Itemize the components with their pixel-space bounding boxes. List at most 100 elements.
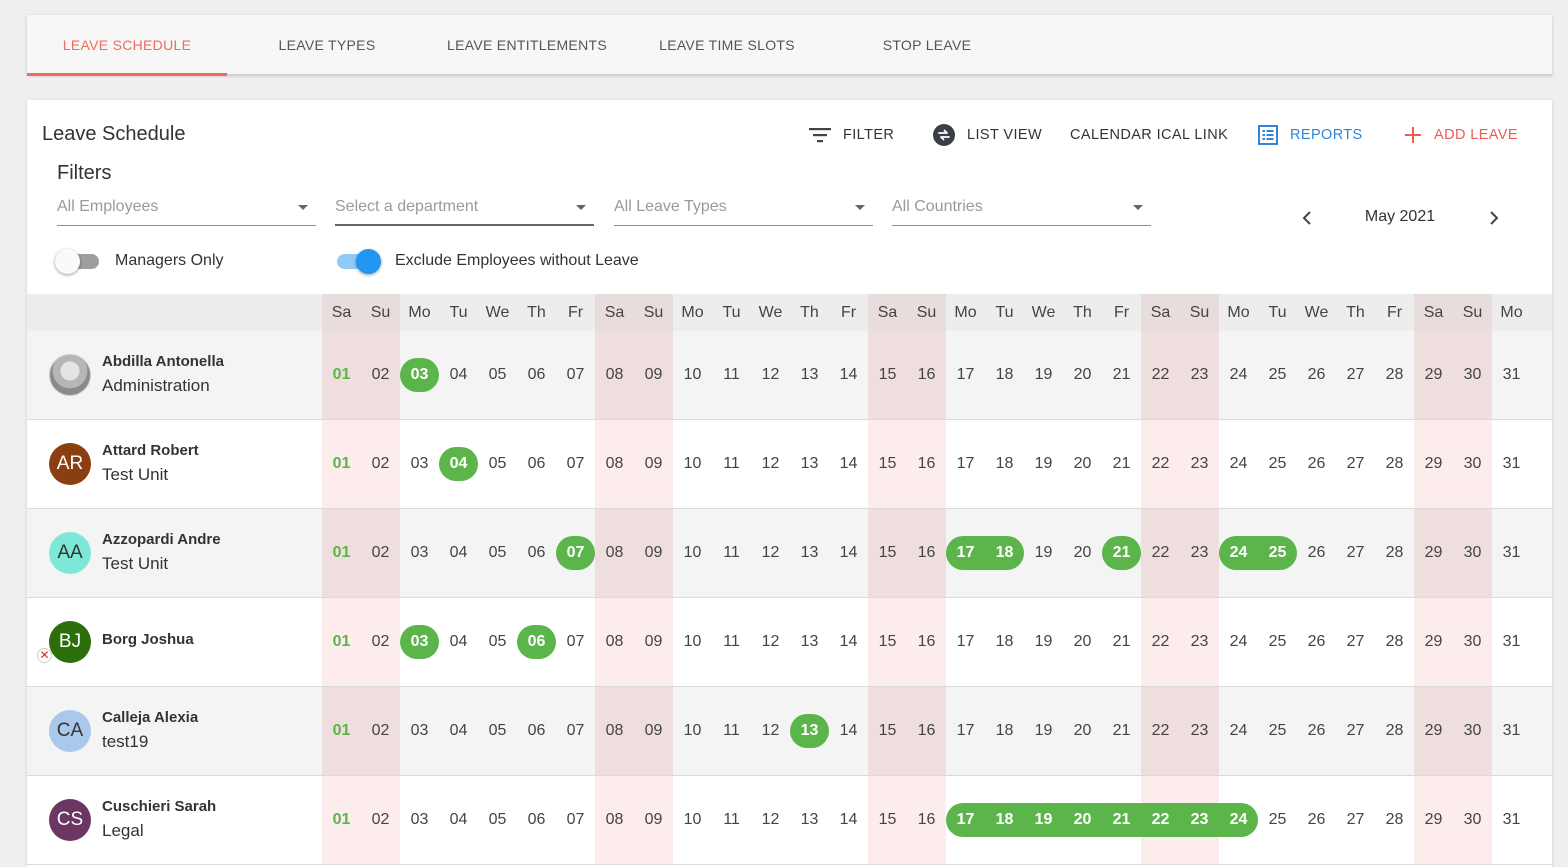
leave-day-number[interactable]: 21 bbox=[1102, 776, 1141, 864]
day-cell[interactable]: 10 bbox=[673, 687, 712, 775]
day-cell[interactable]: 28 bbox=[1375, 598, 1414, 686]
day-cell[interactable]: 29 bbox=[1414, 331, 1453, 419]
day-cell[interactable]: 08 bbox=[595, 598, 634, 686]
day-cell[interactable]: 10 bbox=[673, 509, 712, 597]
leave-day-number[interactable]: 21 bbox=[1102, 509, 1141, 597]
day-cell[interactable]: 26 bbox=[1297, 776, 1336, 864]
country-select[interactable]: All Countries bbox=[892, 194, 1151, 226]
day-cell[interactable]: 09 bbox=[634, 331, 673, 419]
day-cell[interactable]: 19 bbox=[1024, 598, 1063, 686]
leave-day-number[interactable]: 17 bbox=[946, 776, 985, 864]
day-cell[interactable]: 25 bbox=[1258, 776, 1297, 864]
day-cell[interactable]: 03 bbox=[400, 509, 439, 597]
tab-stop-leave[interactable]: STOP LEAVE bbox=[827, 15, 1027, 75]
employee-name[interactable]: Borg Joshua bbox=[102, 631, 194, 648]
day-cell[interactable]: 20 bbox=[1063, 687, 1102, 775]
leave-day-number[interactable]: 22 bbox=[1141, 776, 1180, 864]
day-cell[interactable]: 05 bbox=[478, 598, 517, 686]
day-cell[interactable]: 05 bbox=[478, 687, 517, 775]
exclude-without-leave-switch[interactable] bbox=[335, 248, 381, 274]
day-cell[interactable]: 02 bbox=[361, 420, 400, 508]
day-cell[interactable]: 02 bbox=[361, 598, 400, 686]
leave-day-number[interactable]: 19 bbox=[1024, 776, 1063, 864]
avatar[interactable] bbox=[49, 354, 91, 396]
day-cell[interactable]: 15 bbox=[868, 598, 907, 686]
day-cell[interactable]: 28 bbox=[1375, 420, 1414, 508]
day-cell[interactable]: 07 bbox=[556, 776, 595, 864]
employee-name[interactable]: Attard Robert bbox=[102, 442, 199, 459]
employee-name[interactable]: Abdilla Antonella bbox=[102, 353, 224, 370]
leave-day-number[interactable]: 24 bbox=[1219, 509, 1258, 597]
day-cell[interactable]: 01 bbox=[322, 509, 361, 597]
day-cell[interactable]: 06 bbox=[517, 420, 556, 508]
day-cell[interactable]: 01 bbox=[322, 687, 361, 775]
day-cell[interactable]: 16 bbox=[907, 598, 946, 686]
leave-day-number[interactable]: 06 bbox=[517, 598, 556, 686]
day-cell[interactable]: 25 bbox=[1258, 331, 1297, 419]
day-cell[interactable]: 05 bbox=[478, 509, 517, 597]
day-cell[interactable]: 14 bbox=[829, 509, 868, 597]
day-cell[interactable]: 02 bbox=[361, 687, 400, 775]
day-cell[interactable]: 12 bbox=[751, 331, 790, 419]
leave-day-number[interactable]: 07 bbox=[556, 509, 595, 597]
day-cell[interactable]: 13 bbox=[790, 776, 829, 864]
leave-day-number[interactable]: 18 bbox=[985, 776, 1024, 864]
leave-day-number[interactable]: 04 bbox=[439, 420, 478, 508]
day-cell[interactable]: 12 bbox=[751, 598, 790, 686]
calendar-ical-link-button[interactable]: CALENDAR ICAL LINK bbox=[1070, 120, 1228, 150]
day-cell[interactable]: 11 bbox=[712, 420, 751, 508]
day-cell[interactable]: 09 bbox=[634, 420, 673, 508]
day-cell[interactable]: 23 bbox=[1180, 687, 1219, 775]
day-cell[interactable]: 09 bbox=[634, 687, 673, 775]
day-cell[interactable]: 19 bbox=[1024, 509, 1063, 597]
day-cell[interactable]: 10 bbox=[673, 420, 712, 508]
employee-name[interactable]: Azzopardi Andre bbox=[102, 531, 221, 548]
day-cell[interactable]: 19 bbox=[1024, 687, 1063, 775]
tab-leave-entitlements[interactable]: LEAVE ENTITLEMENTS bbox=[427, 15, 627, 75]
day-cell[interactable]: 29 bbox=[1414, 509, 1453, 597]
day-cell[interactable]: 30 bbox=[1453, 776, 1492, 864]
day-cell[interactable]: 11 bbox=[712, 598, 751, 686]
day-cell[interactable]: 22 bbox=[1141, 331, 1180, 419]
day-cell[interactable]: 22 bbox=[1141, 509, 1180, 597]
day-cell[interactable]: 20 bbox=[1063, 509, 1102, 597]
day-cell[interactable]: 29 bbox=[1414, 598, 1453, 686]
leave-day-number[interactable]: 24 bbox=[1219, 776, 1258, 864]
day-cell[interactable]: 11 bbox=[712, 776, 751, 864]
day-cell[interactable]: 27 bbox=[1336, 776, 1375, 864]
day-cell[interactable]: 31 bbox=[1492, 776, 1531, 864]
day-cell[interactable]: 03 bbox=[400, 776, 439, 864]
day-cell[interactable]: 27 bbox=[1336, 687, 1375, 775]
day-cell[interactable]: 13 bbox=[790, 509, 829, 597]
day-cell[interactable]: 31 bbox=[1492, 331, 1531, 419]
day-cell[interactable]: 26 bbox=[1297, 598, 1336, 686]
day-cell[interactable]: 24 bbox=[1219, 598, 1258, 686]
day-cell[interactable]: 08 bbox=[595, 420, 634, 508]
day-cell[interactable]: 30 bbox=[1453, 420, 1492, 508]
day-cell[interactable]: 01 bbox=[322, 420, 361, 508]
day-cell[interactable]: 26 bbox=[1297, 420, 1336, 508]
day-cell[interactable]: 07 bbox=[556, 598, 595, 686]
day-cell[interactable]: 16 bbox=[907, 509, 946, 597]
day-cell[interactable]: 14 bbox=[829, 687, 868, 775]
day-cell[interactable]: 01 bbox=[322, 598, 361, 686]
day-cell[interactable]: 25 bbox=[1258, 598, 1297, 686]
next-month-button[interactable] bbox=[1482, 206, 1506, 230]
day-cell[interactable]: 09 bbox=[634, 598, 673, 686]
day-cell[interactable]: 30 bbox=[1453, 687, 1492, 775]
day-cell[interactable]: 04 bbox=[439, 331, 478, 419]
day-cell[interactable]: 15 bbox=[868, 420, 907, 508]
day-cell[interactable]: 15 bbox=[868, 331, 907, 419]
day-cell[interactable]: 07 bbox=[556, 331, 595, 419]
leave-day-number[interactable]: 23 bbox=[1180, 776, 1219, 864]
day-cell[interactable]: 13 bbox=[790, 598, 829, 686]
day-cell[interactable]: 16 bbox=[907, 420, 946, 508]
day-cell[interactable]: 23 bbox=[1180, 509, 1219, 597]
day-cell[interactable]: 20 bbox=[1063, 331, 1102, 419]
day-cell[interactable]: 06 bbox=[517, 776, 556, 864]
day-cell[interactable]: 22 bbox=[1141, 687, 1180, 775]
day-cell[interactable]: 29 bbox=[1414, 687, 1453, 775]
day-cell[interactable]: 19 bbox=[1024, 420, 1063, 508]
day-cell[interactable]: 24 bbox=[1219, 331, 1258, 419]
day-cell[interactable]: 13 bbox=[790, 420, 829, 508]
